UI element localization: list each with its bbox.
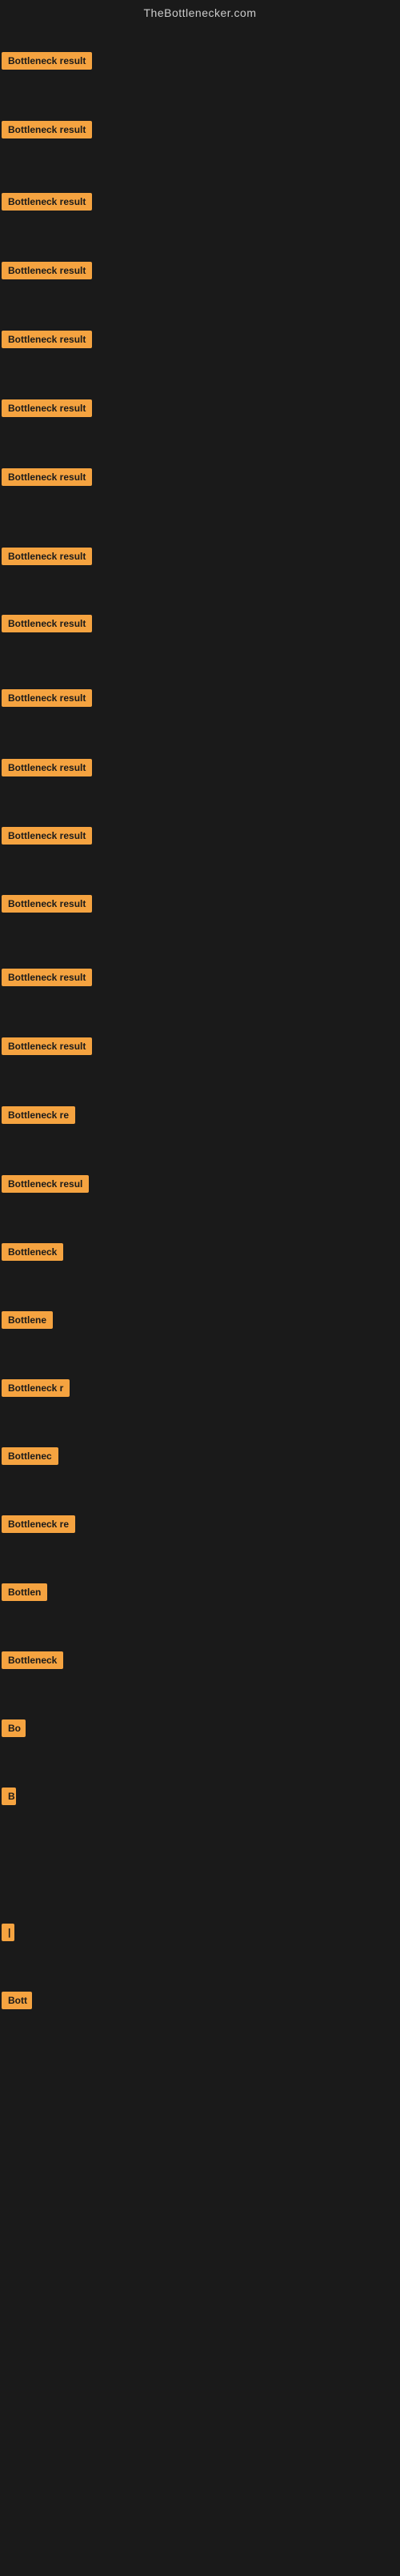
bottleneck-label: B	[2, 1788, 16, 1805]
bottleneck-result-item: Bottleneck r	[2, 1379, 70, 1401]
bottleneck-label: Bott	[2, 1992, 32, 2009]
bottleneck-result-item: Bottleneck result	[2, 759, 92, 780]
bottleneck-result-item: Bottleneck re	[2, 1106, 75, 1128]
bottleneck-label: Bottleneck result	[2, 52, 92, 70]
bottleneck-result-item: Bottleneck result	[2, 615, 92, 636]
bottleneck-result-item: Bottleneck result	[2, 1037, 92, 1059]
bottleneck-result-item: Bottleneck result	[2, 548, 92, 569]
bottleneck-result-item: Bottleneck result	[2, 52, 92, 74]
bottleneck-result-item: Bottlene	[2, 1311, 53, 1333]
bottleneck-label: Bottleneck result	[2, 548, 92, 565]
bottleneck-result-item: Bott	[2, 1992, 32, 2013]
bottleneck-result-item: Bottleneck result	[2, 193, 92, 215]
bottleneck-label: |	[2, 1924, 14, 1941]
bottleneck-label: Bottleneck re	[2, 1515, 75, 1533]
bottleneck-result-item: Bottleneck resul	[2, 1175, 89, 1197]
bottleneck-label: Bottleneck result	[2, 615, 92, 632]
bottleneck-label: Bottleneck result	[2, 331, 92, 348]
bottleneck-label: Bottleneck result	[2, 121, 92, 138]
bottleneck-result-item: B	[2, 1788, 16, 1809]
bottleneck-result-item: Bottleneck result	[2, 262, 92, 283]
site-header: TheBottlenecker.com	[0, 0, 400, 22]
bottleneck-result-item: Bottleneck	[2, 1651, 63, 1673]
bottleneck-label: Bo	[2, 1719, 26, 1737]
bottleneck-result-item: Bottleneck	[2, 1243, 63, 1265]
bottleneck-label: Bottleneck result	[2, 262, 92, 279]
bottleneck-result-item: Bottleneck result	[2, 399, 92, 421]
bottleneck-result-item: Bo	[2, 1719, 26, 1741]
bottleneck-label: Bottleneck r	[2, 1379, 70, 1397]
bottleneck-label: Bottleneck result	[2, 399, 92, 417]
bottleneck-label: Bottleneck re	[2, 1106, 75, 1124]
bottleneck-label: Bottlene	[2, 1311, 53, 1329]
bottleneck-result-item: Bottleneck result	[2, 969, 92, 990]
bottleneck-label: Bottlen	[2, 1583, 47, 1601]
bottleneck-result-item: |	[2, 1924, 14, 1945]
bottleneck-label: Bottleneck result	[2, 895, 92, 913]
bottleneck-result-item: Bottleneck result	[2, 827, 92, 849]
bottleneck-result-item: Bottleneck re	[2, 1515, 75, 1537]
bottleneck-result-item: Bottleneck result	[2, 468, 92, 490]
bottleneck-label: Bottleneck result	[2, 759, 92, 776]
bottleneck-result-item: Bottlen	[2, 1583, 47, 1605]
bottleneck-label: Bottleneck	[2, 1243, 63, 1261]
bottleneck-label: Bottleneck result	[2, 827, 92, 845]
bottleneck-result-item: Bottleneck result	[2, 331, 92, 352]
bottleneck-label: Bottleneck result	[2, 468, 92, 486]
bottleneck-label: Bottleneck result	[2, 969, 92, 986]
bottleneck-result-item: Bottleneck result	[2, 121, 92, 142]
bottleneck-label: Bottlenec	[2, 1447, 58, 1465]
bottleneck-label: Bottleneck result	[2, 193, 92, 211]
bottleneck-label: Bottleneck result	[2, 1037, 92, 1055]
bottleneck-result-item: Bottleneck result	[2, 895, 92, 917]
bottleneck-result-item: Bottleneck result	[2, 689, 92, 711]
bottleneck-result-item: Bottlenec	[2, 1447, 58, 1469]
bottleneck-label: Bottleneck resul	[2, 1175, 89, 1193]
bottleneck-label: Bottleneck	[2, 1651, 63, 1669]
bottleneck-label: Bottleneck result	[2, 689, 92, 707]
